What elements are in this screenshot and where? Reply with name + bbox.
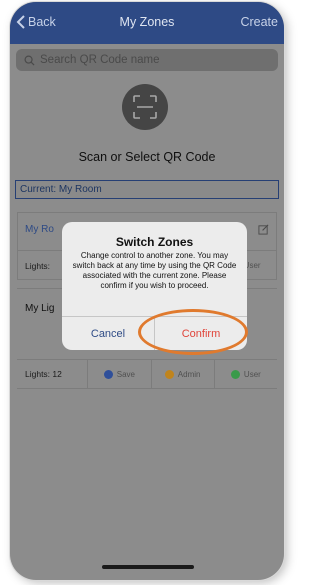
save-button[interactable]: Save (88, 359, 152, 389)
search-input[interactable]: Search QR Code name (16, 49, 278, 71)
lights-count: Lights: 12 (17, 359, 89, 389)
create-button[interactable]: Create (240, 15, 278, 29)
edit-icon[interactable] (258, 224, 269, 235)
phone-screen: Back My Zones Create Search QR Code name… (10, 2, 284, 580)
zone-name: My Ro (25, 224, 54, 235)
search-icon (24, 55, 35, 66)
nav-bar: Back My Zones Create (10, 2, 284, 44)
scan-label: Scan or Select QR Code (78, 150, 216, 164)
admin-icon (164, 369, 174, 379)
scan-qr-button[interactable] (122, 84, 168, 130)
highlight-circle (138, 309, 248, 355)
zone-actions: Lights: 12 Save Admin User (17, 359, 277, 389)
admin-button[interactable]: Admin (152, 359, 215, 389)
user-button[interactable]: User (215, 359, 277, 389)
save-label: Save (116, 369, 135, 379)
home-indicator (102, 565, 194, 569)
save-icon (103, 369, 113, 379)
dialog-title: Switch Zones (115, 235, 194, 249)
search-placeholder: Search QR Code name (40, 54, 160, 66)
dialog-message: Change control to another zone. You may … (72, 251, 237, 290)
zone-name: My Lig (25, 303, 55, 314)
qr-scan-icon (133, 95, 157, 119)
user-icon (230, 369, 240, 379)
current-zone-bar: Current: My Room (15, 180, 279, 199)
user-label: User (243, 369, 261, 379)
admin-label: Admin (177, 369, 201, 379)
